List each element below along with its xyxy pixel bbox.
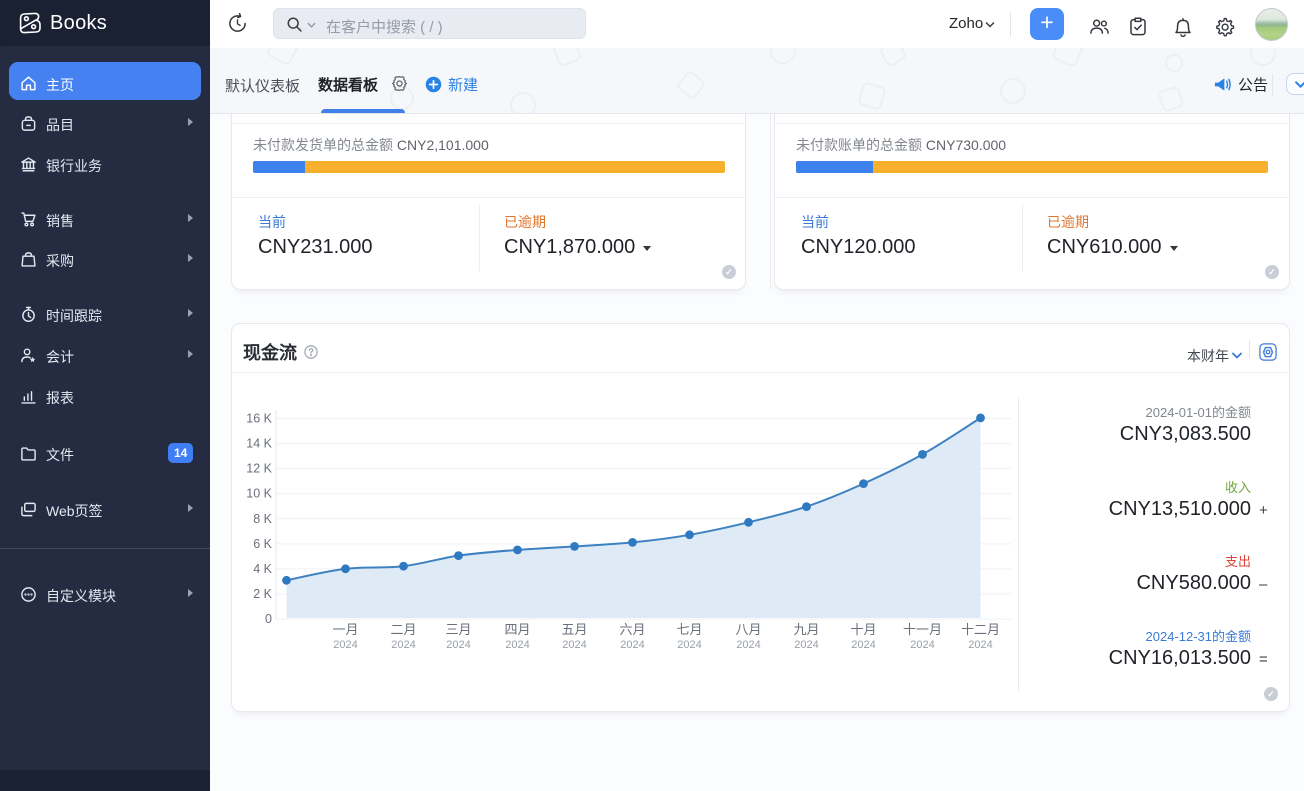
svg-text:九月: 九月 — [793, 622, 819, 637]
svg-text:2 K: 2 K — [253, 587, 272, 601]
svg-text:12 K: 12 K — [246, 462, 272, 476]
svg-text:2024: 2024 — [677, 639, 701, 651]
svg-text:二月: 二月 — [390, 622, 416, 637]
svg-text:2024: 2024 — [794, 639, 818, 651]
svg-text:十一月: 十一月 — [903, 622, 942, 637]
svg-text:8 K: 8 K — [253, 512, 272, 526]
svg-text:0: 0 — [265, 612, 272, 626]
svg-text:四月: 四月 — [504, 622, 530, 637]
svg-text:2024: 2024 — [333, 639, 357, 651]
svg-text:2024: 2024 — [562, 639, 586, 651]
svg-text:2024: 2024 — [910, 639, 934, 651]
svg-text:2024: 2024 — [505, 639, 529, 651]
svg-text:6 K: 6 K — [253, 537, 272, 551]
svg-text:八月: 八月 — [735, 622, 761, 637]
svg-text:十二月: 十二月 — [961, 622, 1000, 637]
svg-text:十月: 十月 — [850, 622, 876, 637]
svg-text:三月: 三月 — [445, 622, 471, 637]
svg-text:2024: 2024 — [446, 639, 470, 651]
svg-text:10 K: 10 K — [246, 487, 272, 501]
svg-text:16 K: 16 K — [246, 411, 272, 425]
svg-text:14 K: 14 K — [246, 437, 272, 451]
svg-text:七月: 七月 — [676, 622, 702, 637]
svg-text:五月: 五月 — [561, 622, 587, 637]
svg-text:4 K: 4 K — [253, 562, 272, 576]
svg-text:2024: 2024 — [736, 639, 760, 651]
svg-text:六月: 六月 — [619, 622, 645, 637]
svg-text:2024: 2024 — [391, 639, 415, 651]
svg-text:2024: 2024 — [851, 639, 875, 651]
svg-text:一月: 一月 — [332, 622, 358, 637]
svg-text:2024: 2024 — [620, 639, 644, 651]
svg-text:2024: 2024 — [968, 639, 992, 651]
